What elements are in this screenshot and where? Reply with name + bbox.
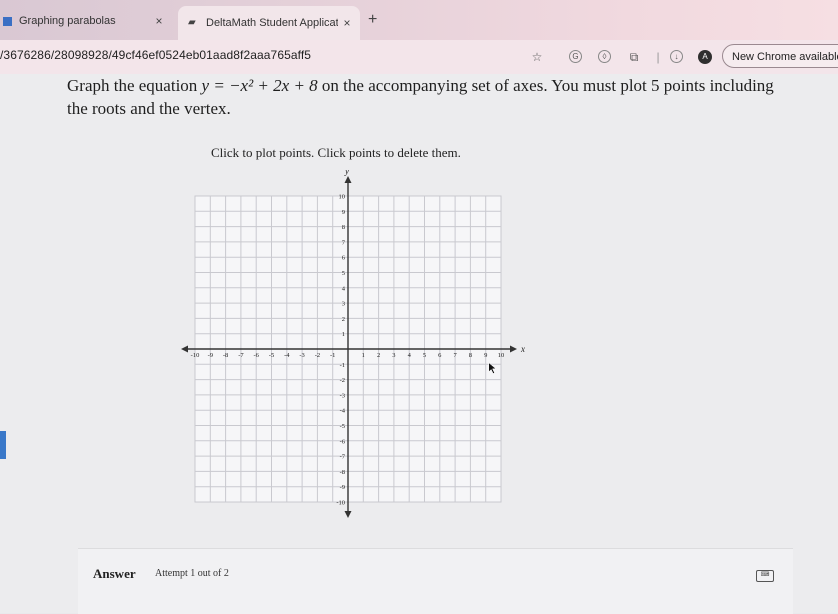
- y-axis-arrow-down: [344, 511, 352, 518]
- y-tick-label: -1: [340, 362, 345, 369]
- extension-shield-icon[interactable]: ◊: [598, 50, 611, 63]
- page-content: Graph the equation y = −x² + 2x + 8 on t…: [0, 74, 838, 614]
- tab-graphing-parabolas[interactable]: Graphing parabolas ×: [0, 6, 172, 36]
- x-tick-label: 9: [484, 352, 487, 359]
- y-tick-label: 10: [339, 194, 346, 201]
- question-equation: y = −x² + 2x + 8: [201, 76, 318, 95]
- extensions-puzzle-icon[interactable]: ⧉: [627, 50, 641, 64]
- x-tick-label: -9: [208, 352, 213, 359]
- x-tick-label: 5: [423, 352, 426, 359]
- address-bar[interactable]: /3676286/28098928/49cf46ef0524eb01aad8f2…: [0, 48, 311, 62]
- tab-deltamath[interactable]: ▰ DeltaMath Student Applicatio ×: [178, 6, 360, 40]
- coordinate-plane[interactable]: xy-10 -9 -8 -7 -6 -5 -4 -3 -2 -1 1 2 3 4 5 6 7 8 9 10109876…: [178, 166, 528, 520]
- x-tick-label: 2: [377, 352, 380, 359]
- profile-avatar[interactable]: A: [698, 50, 712, 64]
- chrome-update-button[interactable]: New Chrome available: [722, 44, 838, 68]
- question-prefix: Graph the equation: [67, 76, 202, 95]
- x-tick-label: 10: [498, 352, 505, 359]
- answer-label: Answer: [93, 566, 136, 581]
- y-tick-label: -5: [340, 423, 345, 430]
- y-tick-label: -2: [340, 377, 345, 384]
- close-icon[interactable]: ×: [150, 14, 168, 28]
- x-tick-label: -10: [191, 352, 200, 359]
- y-tick-label: 5: [342, 270, 345, 277]
- x-tick-label: -3: [299, 352, 304, 359]
- x-tick-label: 1: [362, 352, 365, 359]
- deltamath-favicon-icon: ▰: [188, 17, 196, 28]
- browser-toolbar: /3676286/28098928/49cf46ef0524eb01aad8f2…: [0, 40, 838, 74]
- x-tick-label: -6: [253, 352, 259, 359]
- y-tick-label: -9: [340, 484, 345, 491]
- plot-instruction: Click to plot points. Click points to de…: [211, 145, 461, 160]
- x-axis-arrow-left: [181, 345, 188, 353]
- x-tick-label: -5: [269, 352, 274, 359]
- new-tab-button[interactable]: +: [368, 11, 377, 29]
- y-tick-label: 3: [342, 301, 345, 308]
- browser-tab-bar: Graphing parabolas × ▰ DeltaMath Student…: [0, 0, 838, 40]
- keyboard-icon[interactable]: ⌨: [756, 570, 774, 582]
- y-tick-label: -3: [340, 392, 345, 399]
- y-tick-label: -8: [340, 469, 345, 476]
- y-axis-label: y: [344, 170, 349, 176]
- sidebar-toggle-tab[interactable]: [0, 431, 6, 459]
- x-tick-label: -8: [223, 352, 228, 359]
- graph-container: x y -10 -9 -8 -7 -6 -5 -4 -3 -2 -1 1 2 3 4 5 6 7 8 9 10 10 9 8 7 6…: [178, 166, 528, 525]
- y-tick-label: 2: [342, 316, 345, 323]
- x-tick-label: -4: [284, 352, 290, 359]
- x-axis-arrow-right: [510, 345, 517, 353]
- y-tick-label: 8: [342, 224, 345, 231]
- classroom-favicon-icon: [3, 16, 12, 26]
- close-icon[interactable]: ×: [338, 16, 356, 30]
- y-axis-arrow-up: [344, 176, 352, 183]
- x-tick-label: -2: [315, 352, 320, 359]
- y-tick-label: 9: [342, 209, 345, 216]
- y-tick-label: -7: [340, 454, 346, 461]
- x-tick-label: 8: [469, 352, 472, 359]
- extension-g-icon[interactable]: G: [569, 50, 582, 63]
- bookmark-star-icon[interactable]: ☆: [530, 50, 544, 64]
- attempt-counter: Attempt 1 out of 2: [155, 568, 229, 579]
- y-tick-label: -10: [336, 500, 345, 507]
- answer-bar: Answer Attempt 1 out of 2 ⌨: [78, 548, 793, 614]
- question-text: Graph the equation y = −x² + 2x + 8 on t…: [67, 74, 787, 120]
- tab-title: Graphing parabolas: [19, 15, 116, 27]
- y-tick-label: 1: [342, 331, 345, 338]
- tab-title: DeltaMath Student Applicatio: [206, 17, 338, 29]
- x-tick-label: -1: [330, 352, 335, 359]
- downloads-icon[interactable]: ↓: [670, 50, 683, 63]
- x-tick-label: -7: [238, 352, 244, 359]
- x-tick-label: 3: [392, 352, 395, 359]
- toolbar-divider: |: [656, 50, 660, 64]
- y-tick-label: -4: [340, 408, 346, 415]
- y-tick-label: -6: [340, 438, 346, 445]
- x-axis-label: x: [520, 344, 525, 354]
